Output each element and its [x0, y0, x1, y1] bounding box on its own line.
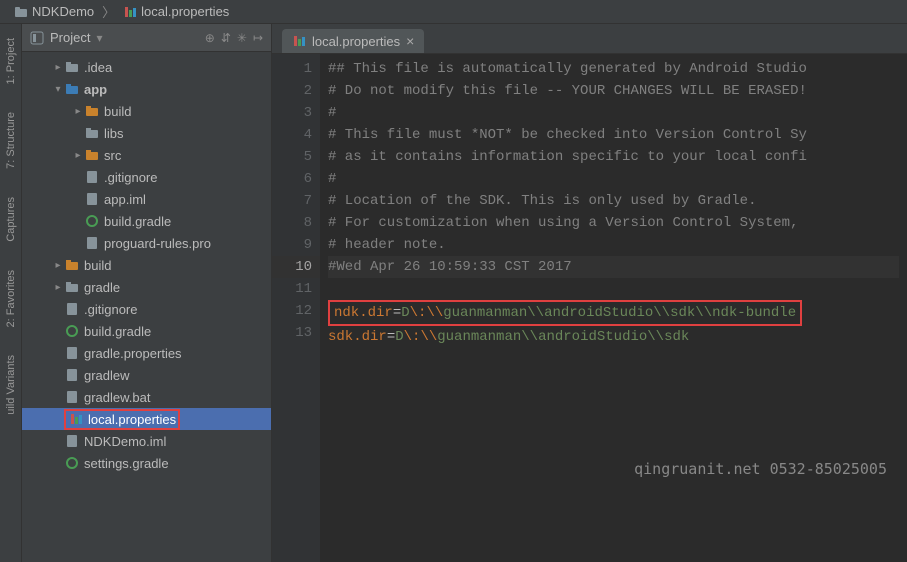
left-tool-bar: 1: Project 7: Structure Captures 2: Favo…	[0, 24, 22, 562]
tool-project[interactable]: 1: Project	[5, 32, 17, 90]
crumb-root-label: NDKDemo	[32, 4, 94, 19]
watermark: qingruanit.net 0532-85025005	[634, 460, 887, 478]
tree-item-build-gradle[interactable]: build.gradle	[22, 320, 271, 342]
props-icon	[292, 34, 306, 48]
tree-item-gradle-props[interactable]: gradle.properties	[22, 342, 271, 364]
editor-area: local.properties × 12345678910111213 ## …	[272, 24, 907, 562]
tool-structure[interactable]: 7: Structure	[5, 106, 17, 175]
project-panel: Project ▾ ⊕ ⇵ ✳ ↦ ▸.idea ▾app ▸build lib…	[22, 24, 272, 562]
tree-item-build-gradle-app[interactable]: build.gradle	[22, 210, 271, 232]
dropdown-icon[interactable]: ▾	[96, 31, 102, 45]
tree-item-app-build[interactable]: ▸build	[22, 100, 271, 122]
tree-item-gitignore-app[interactable]: .gitignore	[22, 166, 271, 188]
project-tree[interactable]: ▸.idea ▾app ▸build libs ▸src .gitignore …	[22, 52, 271, 562]
tool-captures[interactable]: Captures	[5, 191, 17, 248]
tree-item-ndkdemo-iml[interactable]: NDKDemo.iml	[22, 430, 271, 452]
tree-item-src[interactable]: ▸src	[22, 144, 271, 166]
tree-item-idea[interactable]: ▸.idea	[22, 56, 271, 78]
project-view-icon	[30, 31, 44, 45]
highlight-ndk-line: ndk.dir=D\:\\guanmanman\\androidStudio\\…	[328, 300, 802, 326]
project-panel-header: Project ▾ ⊕ ⇵ ✳ ↦	[22, 24, 271, 52]
tree-item-app[interactable]: ▾app	[22, 78, 271, 100]
crumb-root[interactable]: NDKDemo	[8, 4, 100, 19]
tree-item-proguard[interactable]: proguard-rules.pro	[22, 232, 271, 254]
crumb-file[interactable]: local.properties	[117, 4, 235, 19]
gutter: 12345678910111213	[272, 54, 320, 562]
folder-icon	[14, 5, 28, 19]
breadcrumb: NDKDemo 〉 local.properties	[0, 0, 907, 24]
collapse-icon[interactable]: ⇵	[221, 31, 231, 45]
tree-item-gradlew-bat[interactable]: gradlew.bat	[22, 386, 271, 408]
tree-item-gradlew[interactable]: gradlew	[22, 364, 271, 386]
tree-item-build[interactable]: ▸build	[22, 254, 271, 276]
crumb-file-label: local.properties	[141, 4, 229, 19]
tree-item-app-iml[interactable]: app.iml	[22, 188, 271, 210]
project-panel-title: Project	[50, 30, 90, 45]
gear-icon[interactable]: ✳	[237, 31, 247, 45]
tab-label: local.properties	[312, 34, 400, 49]
close-icon[interactable]: ×	[406, 33, 414, 49]
tree-item-settings-gradle[interactable]: settings.gradle	[22, 452, 271, 474]
tree-item-gradle[interactable]: ▸gradle	[22, 276, 271, 298]
tree-item-gitignore[interactable]: .gitignore	[22, 298, 271, 320]
code-body[interactable]: ## This file is automatically generated …	[320, 54, 907, 562]
tree-item-local-props[interactable]: local.properties	[22, 408, 271, 430]
props-icon	[123, 5, 137, 19]
editor-tabs: local.properties ×	[272, 24, 907, 54]
tree-item-libs[interactable]: libs	[22, 122, 271, 144]
tool-build-variants[interactable]: uild Variants	[5, 349, 17, 421]
tab-local-properties[interactable]: local.properties ×	[282, 29, 424, 53]
code-area[interactable]: 12345678910111213 ## This file is automa…	[272, 54, 907, 562]
target-icon[interactable]: ⊕	[205, 31, 215, 45]
chevron-right-icon: 〉	[102, 2, 115, 21]
tool-favorites[interactable]: 2: Favorites	[5, 264, 17, 333]
hide-icon[interactable]: ↦	[253, 31, 263, 45]
